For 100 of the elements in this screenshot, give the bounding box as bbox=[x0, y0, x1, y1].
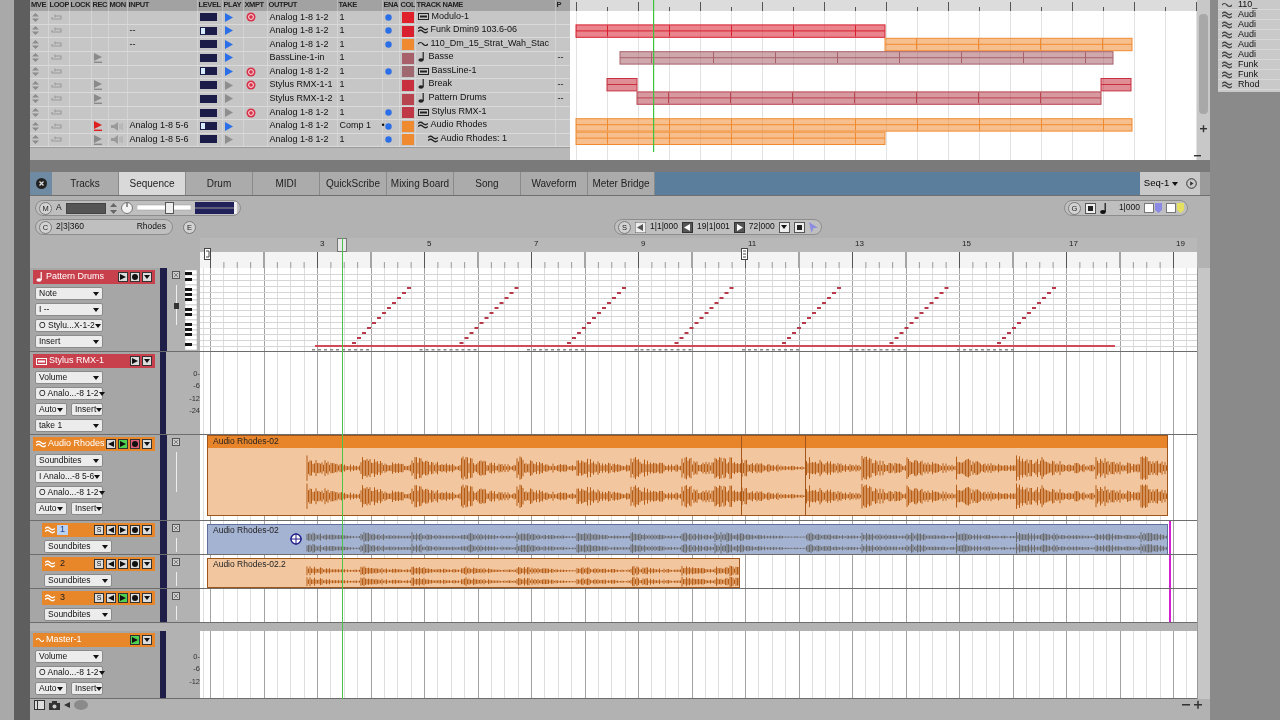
play-enable-icon[interactable] bbox=[224, 66, 233, 76]
move-handle-icon[interactable] bbox=[32, 26, 39, 36]
track-name[interactable]: Basse bbox=[428, 51, 454, 62]
close-icon[interactable] bbox=[35, 178, 47, 189]
record-enable-icon[interactable] bbox=[93, 53, 102, 63]
speaker-icon[interactable] bbox=[110, 121, 123, 131]
color-swatch[interactable] bbox=[401, 11, 414, 23]
tab[interactable]: Tracks bbox=[52, 172, 119, 195]
dropdown-button[interactable] bbox=[778, 221, 790, 233]
track-name[interactable]: Audio Rhodes bbox=[430, 120, 488, 131]
menu-button[interactable] bbox=[142, 525, 152, 535]
track-name[interactable]: Modulo-1 bbox=[431, 11, 470, 22]
dropdown[interactable]: Auto bbox=[35, 403, 67, 416]
tab[interactable]: Waveform bbox=[521, 172, 588, 195]
stepper-icon[interactable] bbox=[109, 202, 117, 214]
move-handle-icon[interactable] bbox=[32, 39, 39, 49]
move-handle-icon[interactable] bbox=[32, 80, 39, 90]
color-swatch[interactable] bbox=[401, 120, 414, 132]
box-icon[interactable] bbox=[172, 524, 180, 532]
tab[interactable]: Mixing Board bbox=[387, 172, 454, 195]
track-name[interactable]: Audio Rhodes: 1 bbox=[440, 133, 508, 144]
take-name[interactable]: 2 bbox=[57, 559, 68, 569]
zoom-in-icon[interactable] bbox=[1194, 700, 1202, 710]
play-enable-icon[interactable] bbox=[224, 80, 233, 90]
dropdown[interactable]: Soundbites bbox=[44, 540, 112, 553]
play-button[interactable] bbox=[118, 439, 129, 449]
color-swatch[interactable] bbox=[401, 79, 414, 91]
track-name[interactable]: Funk bbox=[1238, 59, 1258, 70]
loop-icon[interactable] bbox=[50, 13, 62, 21]
enabled-dot-icon[interactable] bbox=[384, 67, 392, 75]
tab[interactable]: MIDI bbox=[253, 172, 320, 195]
color-swatch[interactable] bbox=[401, 38, 414, 50]
dropdown[interactable]: Auto bbox=[35, 682, 67, 695]
tab[interactable]: QuickScribe bbox=[320, 172, 387, 195]
loop-icon[interactable] bbox=[50, 54, 62, 62]
marker-icon[interactable] bbox=[741, 248, 748, 260]
slider-thumb[interactable] bbox=[164, 202, 174, 214]
enabled-dot-icon[interactable] bbox=[384, 27, 392, 35]
track-name[interactable]: Funk Dmin9 103.6-06 bbox=[430, 25, 518, 36]
play-enable-icon[interactable] bbox=[224, 12, 233, 22]
color-swatch[interactable] bbox=[401, 25, 414, 37]
locator-icon[interactable] bbox=[204, 248, 211, 260]
record-button[interactable] bbox=[130, 439, 141, 449]
dropdown[interactable]: Soundbites bbox=[44, 608, 112, 621]
record-button[interactable] bbox=[130, 559, 140, 569]
rewind-button[interactable] bbox=[106, 525, 116, 535]
track-name[interactable]: BassLine-1 bbox=[431, 66, 477, 76]
dropdown[interactable]: O Stylu...X-1-2 bbox=[35, 319, 103, 332]
play-button[interactable] bbox=[118, 593, 128, 603]
move-handle-icon[interactable] bbox=[32, 134, 39, 144]
rewind-button[interactable] bbox=[106, 559, 116, 569]
dropdown[interactable]: Note bbox=[35, 287, 103, 300]
loop-icon[interactable] bbox=[50, 109, 62, 117]
tab[interactable]: Song bbox=[454, 172, 521, 195]
dropdown[interactable]: I Analo...-8 5-6 bbox=[35, 470, 103, 483]
loop-icon[interactable] bbox=[50, 135, 62, 143]
track-name[interactable]: Audi bbox=[1238, 29, 1256, 40]
box-icon[interactable] bbox=[172, 271, 180, 279]
dropdown[interactable]: Soundbites bbox=[35, 454, 103, 467]
scrollbar[interactable] bbox=[0, 0, 30, 720]
dropdown[interactable]: Insert bbox=[71, 403, 103, 416]
dropdown[interactable]: take 1 bbox=[35, 419, 103, 432]
layout-icon[interactable] bbox=[34, 700, 45, 710]
scroll-thumb[interactable] bbox=[74, 700, 88, 710]
tab[interactable]: Sequence bbox=[119, 172, 186, 195]
rewind-icon[interactable] bbox=[635, 221, 646, 233]
square-button[interactable] bbox=[793, 221, 805, 233]
record-button[interactable] bbox=[130, 593, 140, 603]
piano-keyboard-drawing[interactable] bbox=[185, 270, 197, 350]
take-name[interactable]: 1 bbox=[57, 525, 68, 535]
play-button[interactable] bbox=[130, 635, 140, 645]
color-swatch[interactable] bbox=[401, 107, 414, 119]
dropdown[interactable]: Volume bbox=[35, 650, 103, 663]
track-name[interactable]: Pattern Drums bbox=[46, 272, 116, 282]
loop-icon[interactable] bbox=[50, 95, 62, 103]
color-swatch[interactable] bbox=[401, 134, 414, 146]
loop-icon[interactable] bbox=[50, 67, 62, 75]
end-value[interactable]: 19|1|001 bbox=[697, 222, 730, 232]
dropdown[interactable]: Insert bbox=[71, 502, 103, 515]
dropdown[interactable]: O Analo...-8 1-2 bbox=[35, 387, 103, 400]
color-swatch-icon[interactable] bbox=[1166, 203, 1184, 213]
start-value[interactable]: 1|1|000 bbox=[650, 222, 679, 232]
enabled-dot-icon[interactable] bbox=[384, 109, 392, 117]
track-name[interactable]: Stylus RMX-1 bbox=[431, 107, 487, 118]
record-enable-icon[interactable] bbox=[93, 134, 102, 145]
menu-button[interactable] bbox=[142, 559, 152, 569]
transmit-icon[interactable] bbox=[245, 12, 256, 23]
track-name[interactable]: Audi bbox=[1238, 39, 1256, 50]
color-swatch-icon[interactable] bbox=[1144, 203, 1162, 213]
move-handle-icon[interactable] bbox=[32, 94, 39, 104]
track-name[interactable]: Audi bbox=[1238, 9, 1256, 20]
record-button[interactable] bbox=[130, 272, 140, 282]
play-enable-icon[interactable] bbox=[224, 53, 233, 63]
dropdown[interactable]: I -- bbox=[35, 303, 103, 316]
dropdown[interactable]: Soundbites bbox=[44, 574, 112, 587]
track-name[interactable]: Audi bbox=[1238, 49, 1256, 60]
color-swatch[interactable] bbox=[401, 66, 414, 78]
note-icon[interactable] bbox=[1099, 202, 1107, 214]
dropdown[interactable]: Insert bbox=[71, 682, 103, 695]
track-name[interactable]: Audi bbox=[1238, 19, 1256, 30]
